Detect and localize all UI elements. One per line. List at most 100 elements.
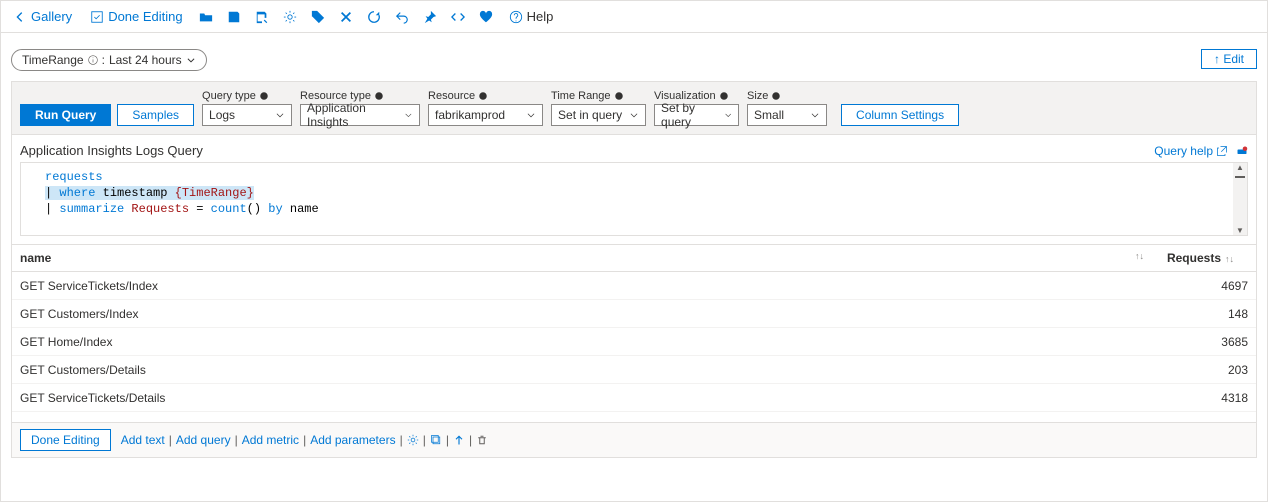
undo-button[interactable] [391, 6, 413, 28]
done-editing-icon [90, 10, 104, 24]
chevron-down-icon [724, 110, 732, 120]
info-icon [374, 91, 384, 101]
query-header-bar: Run Query Samples Query type Logs Resour… [12, 82, 1256, 135]
info-icon [614, 91, 624, 101]
folder-icon [199, 10, 213, 24]
step-footer: Done Editing Add text | Add query | Add … [12, 422, 1256, 457]
settings-button[interactable] [279, 6, 301, 28]
size-label: Size [747, 90, 768, 102]
minimap-marker [1235, 176, 1245, 178]
add-text-link[interactable]: Add text [121, 433, 165, 447]
sort-icon: ↑↓ [1135, 251, 1144, 261]
grid-header: name↑↓ Requests↑↓ [12, 245, 1256, 272]
parameter-bar: TimeRange : Last 24 hours ↑ Edit [1, 33, 1267, 81]
chevron-down-icon [275, 110, 285, 120]
time-range-parameter[interactable]: TimeRange : Last 24 hours [11, 49, 207, 71]
gallery-button[interactable]: Gallery [7, 5, 78, 28]
editor-scrollbar[interactable]: ▲ ▼ [1233, 163, 1247, 235]
save-button[interactable] [223, 6, 245, 28]
delete-icon[interactable] [476, 434, 488, 446]
info-icon [259, 91, 269, 101]
run-query-button[interactable]: Run Query [20, 104, 111, 126]
table-row[interactable]: GET Home/Index3685 [12, 328, 1256, 356]
heart-icon [479, 10, 493, 24]
column-requests-header[interactable]: Requests↑↓ [1152, 245, 1242, 271]
intellisense-icon[interactable] [1236, 145, 1248, 157]
query-step: Run Query Samples Query type Logs Resour… [11, 81, 1257, 458]
info-icon [88, 55, 98, 65]
feedback-button[interactable] [475, 6, 497, 28]
edit-label: ↑ Edit [1214, 52, 1244, 66]
pin-button[interactable] [419, 6, 441, 28]
edit-step-button[interactable]: ↑ Edit [1201, 49, 1257, 69]
info-icon [719, 91, 729, 101]
param-name: TimeRange [22, 53, 84, 67]
table-row[interactable]: GET Customers/Details203 [12, 356, 1256, 384]
arrow-left-icon [13, 10, 27, 24]
gallery-label: Gallery [31, 9, 72, 24]
info-icon [478, 91, 488, 101]
table-row[interactable] [12, 412, 1256, 422]
query-help-link[interactable]: Query help [1154, 144, 1228, 158]
refresh-button[interactable] [363, 6, 385, 28]
clone-icon[interactable] [430, 434, 442, 446]
table-row[interactable]: GET Customers/Index148 [12, 300, 1256, 328]
param-value: Last 24 hours [109, 53, 182, 67]
resource-label: Resource [428, 90, 475, 102]
add-parameters-link[interactable]: Add parameters [310, 433, 395, 447]
clear-button[interactable] [335, 6, 357, 28]
size-dropdown[interactable]: Small [747, 104, 827, 126]
help-button[interactable]: Help [503, 5, 560, 28]
done-editing-top-button[interactable]: Done Editing [84, 5, 188, 28]
resource-type-dropdown[interactable]: Application Insights [300, 104, 420, 126]
scroll-up-icon: ▲ [1236, 163, 1244, 172]
grid-body[interactable]: GET ServiceTickets/Index4697 GET Custome… [12, 272, 1256, 422]
query-editor[interactable]: requests | where timestamp {TimeRange} |… [20, 162, 1248, 236]
column-settings-button[interactable]: Column Settings [841, 104, 959, 126]
column-name-header[interactable]: name↑↓ [12, 245, 1152, 271]
undo-icon [395, 10, 409, 24]
done-editing-step-button[interactable]: Done Editing [20, 429, 111, 451]
time-range-dropdown[interactable]: Set in query [551, 104, 646, 126]
resource-dropdown[interactable]: fabrikamprod [428, 104, 543, 126]
help-label: Help [527, 9, 554, 24]
results-grid: name↑↓ Requests↑↓ GET ServiceTickets/Ind… [12, 244, 1256, 422]
top-toolbar: Gallery Done Editing Help [1, 1, 1267, 33]
query-type-label: Query type [202, 90, 256, 102]
samples-button[interactable]: Samples [117, 104, 194, 126]
chevron-down-icon [404, 110, 413, 120]
chevron-down-icon [526, 110, 536, 120]
advanced-editor-button[interactable] [447, 6, 469, 28]
table-row[interactable]: GET ServiceTickets/Index4697 [12, 272, 1256, 300]
move-up-icon[interactable] [453, 434, 465, 446]
footer-actions: Add text | Add query | Add metric | Add … [121, 433, 488, 447]
add-query-link[interactable]: Add query [176, 433, 231, 447]
chevron-down-icon [186, 55, 196, 65]
gear-icon [283, 10, 297, 24]
info-icon [771, 91, 781, 101]
open-button[interactable] [195, 6, 217, 28]
query-type-dropdown[interactable]: Logs [202, 104, 292, 126]
tag-button[interactable] [307, 6, 329, 28]
pin-icon [423, 10, 437, 24]
x-icon [339, 10, 353, 24]
visualization-dropdown[interactable]: Set by query [654, 104, 739, 126]
query-subtitle: Application Insights Logs Query [20, 143, 203, 158]
code-icon [451, 10, 465, 24]
save-as-button[interactable] [251, 6, 273, 28]
chevron-down-icon [629, 110, 639, 120]
save-as-icon [255, 10, 269, 24]
save-icon [227, 10, 241, 24]
external-link-icon [1216, 145, 1228, 157]
query-text: requests | where timestamp {TimeRange} |… [21, 163, 1247, 235]
done-editing-top-label: Done Editing [108, 9, 182, 24]
workbook-editor: Gallery Done Editing Help TimeRange : La… [0, 0, 1268, 502]
help-icon [509, 10, 523, 24]
add-metric-link[interactable]: Add metric [242, 433, 299, 447]
settings-icon[interactable] [407, 434, 419, 446]
tag-icon [311, 10, 325, 24]
time-range-label: Time Range [551, 90, 611, 102]
refresh-icon [367, 10, 381, 24]
table-row[interactable]: GET ServiceTickets/Details4318 [12, 384, 1256, 412]
sort-icon: ↑↓ [1225, 254, 1234, 264]
